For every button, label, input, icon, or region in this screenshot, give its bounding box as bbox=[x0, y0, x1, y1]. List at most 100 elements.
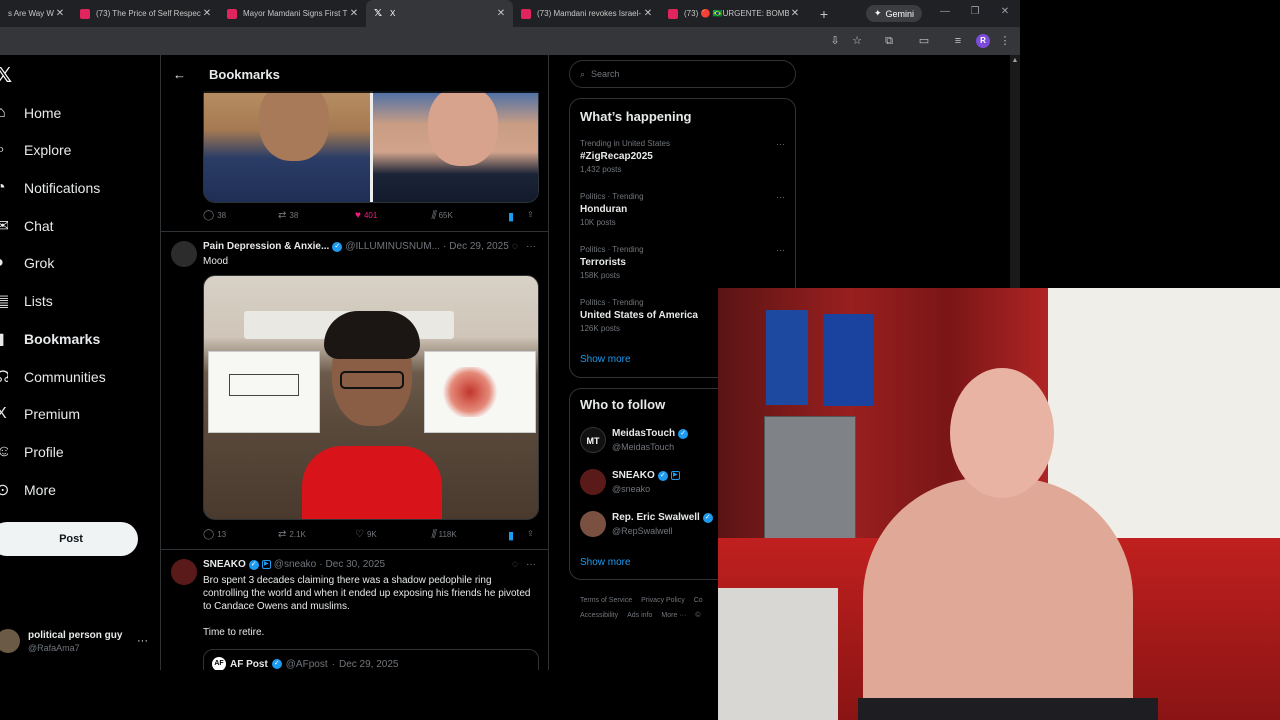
footer-link[interactable]: Ads info bbox=[627, 612, 652, 619]
more-dots-icon[interactable]: ··· bbox=[776, 245, 785, 255]
footer-link[interactable]: Co bbox=[694, 597, 703, 604]
drawing-splatter-shape bbox=[440, 367, 500, 417]
scroll-up-icon[interactable]: ▲ bbox=[1010, 57, 1020, 64]
tweet-author-name[interactable]: Pain Depression & Anxie... bbox=[203, 241, 329, 252]
tweet-media-image[interactable] bbox=[203, 91, 539, 203]
more-dots-icon[interactable]: ··· bbox=[776, 139, 785, 149]
repost-button[interactable]: ⇄ 2.1K bbox=[278, 529, 306, 540]
gemini-label: Gemini bbox=[885, 8, 915, 19]
extensions-icon[interactable]: ⧉ bbox=[882, 34, 896, 48]
show-more-link[interactable]: Show more bbox=[580, 557, 631, 568]
show-more-link[interactable]: Show more bbox=[580, 354, 631, 365]
heart-icon: ♥ bbox=[355, 210, 361, 221]
webcam-overlay bbox=[718, 288, 1280, 720]
quoted-tweet[interactable]: AF AF Post ✓ @AFpost · Dec 29, 2025 bbox=[203, 649, 539, 670]
maximize-icon[interactable]: ❐ bbox=[968, 6, 982, 17]
repost-button[interactable]: ⇄ 38 bbox=[278, 210, 298, 221]
grok-icon[interactable]: ◌ bbox=[512, 559, 518, 570]
tweet-text: Mood bbox=[203, 256, 229, 267]
nav-lists[interactable]: ▤ Lists bbox=[0, 286, 53, 316]
more-dots-icon[interactable]: ··· bbox=[526, 559, 536, 570]
like-button[interactable]: ♥ 401 bbox=[355, 210, 377, 221]
reply-button[interactable]: ◯ 38 bbox=[203, 210, 226, 221]
close-tab-icon[interactable]: ✕ bbox=[348, 8, 360, 19]
more-dots-icon[interactable]: ··· bbox=[526, 241, 536, 252]
trend-item[interactable]: Politics · Trending Honduran 10K posts ·… bbox=[580, 192, 785, 227]
trend-item[interactable]: Trending in United States #ZigRecap2025 … bbox=[580, 139, 785, 174]
trend-name: Honduran bbox=[580, 204, 628, 215]
view-count: 65K bbox=[438, 211, 453, 220]
nav-premium[interactable]: X Premium bbox=[0, 399, 80, 429]
reply-button[interactable]: ◯ 13 bbox=[203, 529, 226, 540]
media-icon[interactable]: ≡ bbox=[951, 34, 965, 48]
browser-tab[interactable]: (73) The Price of Self Respec ✕ bbox=[72, 0, 219, 27]
close-tab-icon[interactable]: ✕ bbox=[495, 8, 507, 19]
share-icon[interactable]: ⇪ bbox=[527, 529, 534, 538]
profile-avatar[interactable]: R bbox=[976, 34, 990, 48]
tweet-author-name[interactable]: SNEAKO bbox=[203, 559, 246, 570]
post-button[interactable]: Post bbox=[0, 522, 138, 556]
views-button[interactable]: ⫼ 118K bbox=[431, 529, 457, 540]
browser-tab[interactable]: Mayor Mamdani Signs First T ✕ bbox=[219, 0, 366, 27]
nav-notifications[interactable]: ◔ Notifications bbox=[0, 173, 100, 203]
views-button[interactable]: ⫼ 65K bbox=[431, 210, 453, 221]
tweet-author-handle[interactable]: @ILLUMINUSNUM... bbox=[345, 241, 440, 252]
quote-date: Dec 29, 2025 bbox=[338, 658, 399, 670]
browser-tab-active[interactable]: 𝕏 X ✕ bbox=[366, 0, 513, 27]
more-dots-icon[interactable]: ··· bbox=[776, 192, 785, 202]
bookmark-filled-icon[interactable]: ▮ bbox=[508, 529, 514, 542]
bookmark-filled-icon[interactable]: ▮ bbox=[508, 210, 514, 223]
nav-bookmarks[interactable]: ▮ Bookmarks bbox=[0, 324, 100, 354]
panel-title: What’s happening bbox=[580, 109, 692, 124]
footer-link[interactable]: More ··· bbox=[661, 612, 686, 619]
nav-grok[interactable]: ◗ Grok bbox=[0, 248, 54, 278]
trend-item[interactable]: Politics · Trending Terrorists 158K post… bbox=[580, 245, 785, 280]
close-tab-icon[interactable]: ✕ bbox=[789, 8, 801, 19]
browser-tab[interactable]: (73) 🔴 🇧🇷URGENTE: BOMB ✕ bbox=[660, 0, 807, 27]
close-window-icon[interactable]: ✕ bbox=[998, 6, 1012, 17]
browser-tab[interactable]: (73) Mamdani revokes Israel- ✕ bbox=[513, 0, 660, 27]
verified-badge-icon: ✓ bbox=[248, 559, 259, 570]
nav-profile[interactable]: ☺ Profile bbox=[0, 437, 64, 467]
tweet-date[interactable]: Dec 30, 2025 bbox=[326, 559, 386, 570]
search-input[interactable]: ⌕ Search bbox=[569, 60, 796, 88]
nav-more[interactable]: ⊙ More bbox=[0, 475, 56, 505]
nav-home[interactable]: ⌂ Home bbox=[0, 98, 61, 128]
close-tab-icon[interactable]: ✕ bbox=[642, 8, 654, 19]
footer-link[interactable]: Accessibility bbox=[580, 612, 618, 619]
follow-name: MeidasTouch bbox=[612, 428, 676, 439]
nav-communities[interactable]: ☊ Communities bbox=[0, 362, 106, 392]
close-tab-icon[interactable]: ✕ bbox=[201, 8, 213, 19]
tweet-text: Bro spent 3 decades claiming there was a… bbox=[203, 575, 531, 612]
tweet-author-handle[interactable]: @sneako bbox=[274, 559, 316, 570]
avatar[interactable] bbox=[171, 559, 197, 585]
install-app-icon[interactable]: ⇩ bbox=[828, 34, 842, 48]
kebab-menu-icon[interactable]: ⋮ bbox=[998, 34, 1012, 48]
page-scrollbar[interactable]: ▲ bbox=[1010, 55, 1020, 290]
back-arrow-icon[interactable]: ← bbox=[173, 67, 187, 82]
x-logo-icon[interactable]: 𝕏 bbox=[0, 63, 12, 88]
share-icon[interactable]: ⇪ bbox=[527, 210, 534, 219]
gemini-button[interactable]: ✦ Gemini bbox=[866, 5, 923, 22]
nav-explore[interactable]: ⌕ Explore bbox=[0, 135, 71, 165]
tweet-media-image[interactable] bbox=[203, 275, 539, 520]
grok-icon[interactable]: ◌ bbox=[512, 241, 518, 252]
close-tab-icon[interactable]: ✕ bbox=[54, 8, 66, 19]
nav-label: More bbox=[24, 482, 56, 498]
browser-tab[interactable]: s Are Way W ✕ bbox=[0, 0, 72, 27]
footer-link[interactable]: Privacy Policy bbox=[641, 597, 685, 604]
tweet-date[interactable]: Dec 29, 2025 bbox=[449, 241, 509, 252]
repost-icon: ⇄ bbox=[278, 529, 287, 540]
footer-link[interactable]: Terms of Service bbox=[580, 597, 632, 604]
new-tab-icon[interactable]: + bbox=[813, 6, 835, 22]
footer-link: © bbox=[695, 612, 701, 619]
like-button[interactable]: ♡ 9K bbox=[355, 529, 377, 540]
avatar[interactable] bbox=[171, 241, 197, 267]
more-dots-icon[interactable]: ··· bbox=[137, 635, 148, 647]
split-view-icon[interactable]: ▭ bbox=[917, 34, 931, 48]
minimize-icon[interactable]: — bbox=[938, 6, 952, 17]
nav-chat[interactable]: ✉ Chat bbox=[0, 211, 54, 241]
bookmark-star-icon[interactable]: ☆ bbox=[850, 34, 864, 48]
account-switcher[interactable]: political person guy @RafaAma7 ··· bbox=[0, 625, 152, 657]
separator-dot: · bbox=[331, 658, 335, 670]
